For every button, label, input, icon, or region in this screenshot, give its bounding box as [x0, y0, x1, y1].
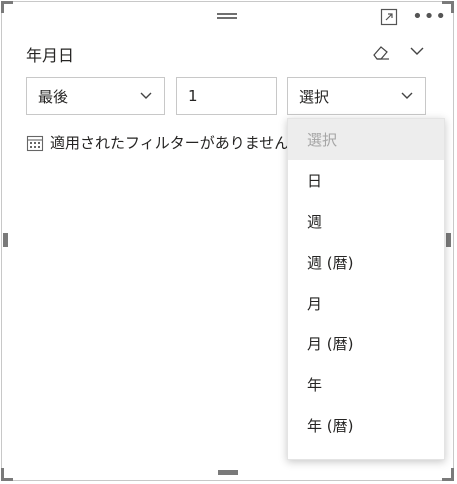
resize-handle-top-right-v[interactable] [451, 1, 454, 13]
focus-mode-icon[interactable] [380, 8, 398, 26]
more-options-icon[interactable]: ••• [412, 8, 447, 26]
dropdown-option-month[interactable]: 月 [288, 283, 444, 324]
period-select[interactable]: 選択 [287, 77, 426, 115]
relative-mode-value: 最後 [38, 87, 69, 106]
dropdown-option-week[interactable]: 週 [288, 201, 444, 242]
chevron-down-icon [401, 92, 413, 99]
dropdown-option-day[interactable]: 日 [288, 160, 444, 201]
chevron-down-icon[interactable] [410, 46, 424, 56]
filter-status: 適用されたフィルターがありません [26, 132, 289, 153]
calendar-icon [26, 135, 44, 151]
status-text: 適用されたフィルターがありません [50, 134, 290, 152]
dropdown-option-calendar-month[interactable]: 月 (暦) [288, 323, 444, 364]
resize-handle-right[interactable] [446, 233, 451, 247]
dropdown-option-calendar-week[interactable]: 週 (暦) [288, 242, 444, 283]
slicer-title: 年月日 [26, 46, 75, 65]
count-input[interactable]: 1 [176, 77, 277, 115]
resize-handle-bottom-left-v[interactable] [1, 468, 4, 481]
resize-handle-bottom[interactable] [218, 470, 238, 475]
relative-mode-select[interactable]: 最後 [26, 77, 165, 115]
resize-handle-bottom-right-v[interactable] [451, 468, 454, 481]
dropdown-placeholder: 選択 [288, 119, 444, 160]
eraser-icon[interactable] [372, 44, 390, 60]
resize-handle-top-left-v[interactable] [1, 1, 4, 13]
chevron-down-icon [140, 92, 152, 99]
count-value: 1 [188, 87, 198, 105]
period-dropdown-menu: 選択 日 週 週 (暦) 月 月 (暦) 年 年 (暦) [287, 118, 445, 460]
drag-grip-icon[interactable] [217, 13, 237, 21]
dropdown-option-calendar-year[interactable]: 年 (暦) [288, 405, 444, 446]
dropdown-option-year[interactable]: 年 [288, 364, 444, 405]
period-value: 選択 [299, 87, 330, 106]
resize-handle-left[interactable] [3, 233, 8, 247]
